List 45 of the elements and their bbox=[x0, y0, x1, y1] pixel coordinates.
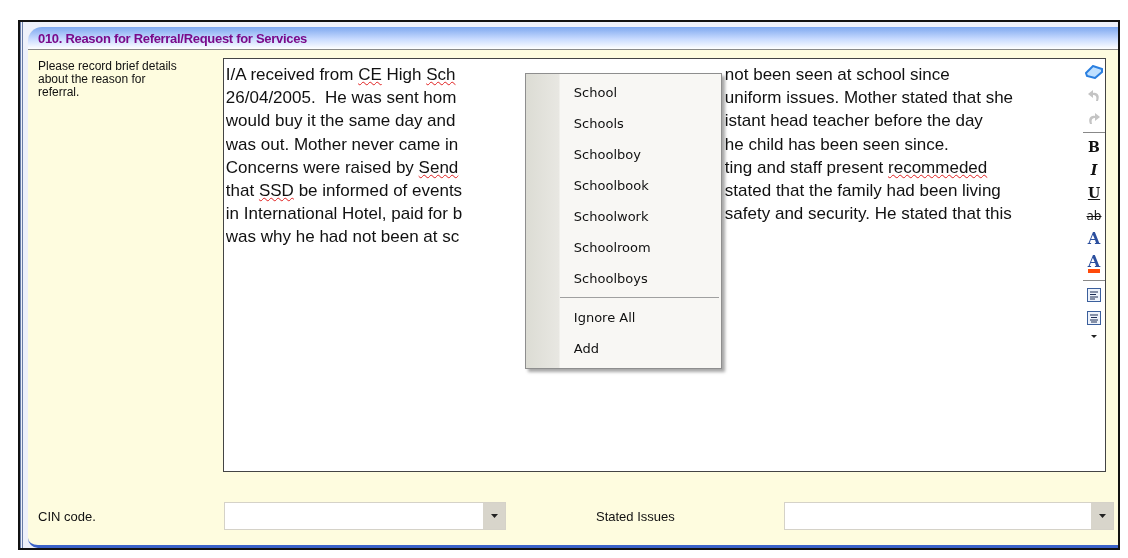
text-line-fragment: not been seen at school since bbox=[724, 64, 950, 86]
bold-button[interactable]: B bbox=[1088, 140, 1100, 154]
font-color-button[interactable]: A bbox=[1087, 232, 1101, 246]
italic-button[interactable]: I bbox=[1090, 163, 1098, 177]
menu-item[interactable]: School bbox=[559, 77, 719, 108]
text-line-fragment: I/A received from CE High Sch bbox=[225, 64, 457, 86]
text-line-fragment: safety and security. He stated that this bbox=[724, 203, 1012, 226]
text-line-fragment: was why he had not been at sc bbox=[225, 226, 461, 249]
text-line-fragment: would buy it the same day and bbox=[225, 110, 457, 133]
dropdown-button[interactable] bbox=[1091, 503, 1113, 529]
text-line-fragment: uniform issues. Mother stated that she bbox=[724, 87, 1014, 110]
menu-item[interactable]: Schoolwork bbox=[559, 201, 719, 232]
menu-item[interactable]: Schoolroom bbox=[559, 232, 719, 263]
text-line-fragment: that SSD be informed of events bbox=[225, 179, 464, 202]
menu-item[interactable]: Schoolboy bbox=[559, 139, 719, 170]
text-line-fragment: he child has been seen since. bbox=[724, 133, 949, 156]
menu-item[interactable]: Add bbox=[559, 333, 719, 364]
dropdown-field[interactable] bbox=[784, 502, 1114, 530]
panel-title: 010. Reason for Referral/Request for Services bbox=[38, 30, 307, 46]
text-line-fragment: ting and staff present recommeded bbox=[724, 156, 988, 179]
underline-button[interactable]: U bbox=[1087, 186, 1101, 200]
field-label: CIN code. bbox=[38, 508, 97, 524]
text-line-fragment: in International Hotel, paid for b bbox=[225, 203, 464, 226]
menu-item[interactable]: Schoolboys bbox=[559, 263, 719, 294]
text-color-button[interactable]: A bbox=[1087, 255, 1101, 273]
text-line-fragment: istant head teacher before the day bbox=[724, 110, 983, 133]
eraser-icon[interactable] bbox=[1085, 65, 1103, 79]
text-line-fragment: Concerns were raised by Send bbox=[225, 156, 460, 179]
dropdown-field[interactable] bbox=[224, 502, 506, 530]
field-label: Stated Issues bbox=[596, 508, 676, 524]
text-line-fragment: stated that the family had been living bbox=[724, 179, 1001, 202]
menu-item[interactable]: Schools bbox=[559, 108, 719, 139]
caret-icon bbox=[1098, 514, 1106, 518]
align-left-icon[interactable] bbox=[1087, 288, 1101, 302]
strikethrough-button[interactable]: ab bbox=[1086, 209, 1102, 223]
dropdown-button[interactable] bbox=[483, 503, 505, 529]
align-center-icon[interactable] bbox=[1087, 311, 1101, 325]
text-line-fragment: was out. Mother never came in bbox=[225, 133, 460, 156]
field-prompt: Please record brief details about the reason for referral. bbox=[38, 58, 178, 101]
caret-icon bbox=[490, 514, 498, 518]
caret-icon[interactable] bbox=[1090, 334, 1098, 339]
text-editor[interactable] bbox=[222, 58, 1106, 472]
menu-item[interactable]: Ignore All bbox=[559, 302, 719, 333]
text-line-fragment: 26/04/2005. He was sent hom bbox=[225, 87, 458, 110]
menu-item[interactable]: Schoolbook bbox=[559, 170, 719, 201]
